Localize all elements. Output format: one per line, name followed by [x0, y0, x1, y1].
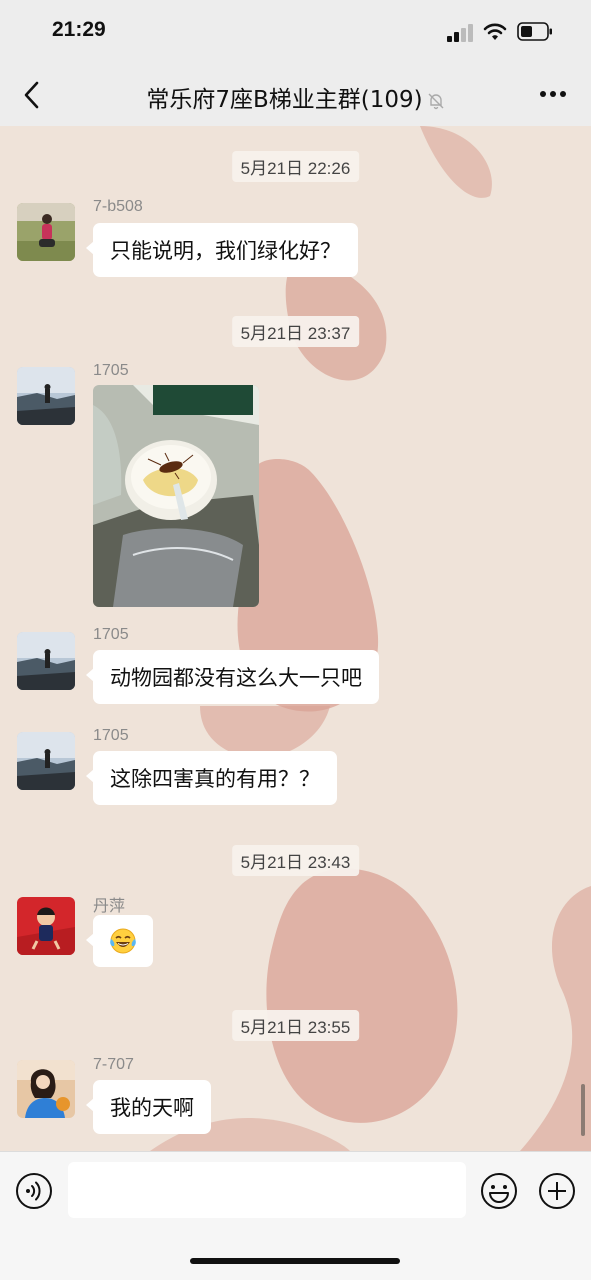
avatar[interactable]	[17, 1060, 75, 1118]
avatar[interactable]	[17, 897, 75, 955]
wifi-icon	[483, 23, 507, 40]
avatar[interactable]	[17, 632, 75, 690]
sender-name: 7-b508	[93, 198, 143, 215]
avatar[interactable]	[17, 203, 75, 261]
cockroach-photo	[93, 385, 259, 607]
emoji-message[interactable]	[86, 915, 153, 967]
message-timestamp: 5月21日 23:37	[231, 316, 360, 347]
chat-message-list[interactable]: 5月21日 22:26 7-b508 只能说明，我们绿化好？ 5月21日 23:…	[0, 126, 591, 1151]
message-bubble[interactable]: 我的天啊	[86, 1080, 211, 1134]
cellular-signal-icon	[447, 24, 475, 42]
more-functions-plus-icon[interactable]	[538, 1172, 576, 1210]
message-timestamp: 5月21日 23:55	[231, 1010, 360, 1041]
message-bubble[interactable]: 这除四害真的有用？？	[86, 751, 337, 805]
scrollbar[interactable]	[581, 1084, 585, 1136]
chat-background-hearts	[150, 126, 591, 1151]
message-input[interactable]	[68, 1162, 466, 1218]
message-input-bar	[0, 1151, 591, 1280]
message-bubble[interactable]: 动物园都没有这么大一只吧	[86, 650, 379, 704]
status-icons	[447, 20, 557, 44]
image-message[interactable]	[93, 385, 259, 607]
nav-bar: 常乐府7座B梯业主群(109)	[0, 64, 591, 126]
message-timestamp: 5月21日 23:43	[231, 845, 360, 876]
status-time: 21:29	[52, 18, 106, 41]
message-bubble[interactable]: 只能说明，我们绿化好？	[86, 223, 358, 277]
message-timestamp: 5月21日 22:26	[231, 151, 360, 182]
avatar[interactable]	[17, 732, 75, 790]
avatar[interactable]	[17, 367, 75, 425]
status-bar: 21:29	[0, 0, 591, 64]
more-options-icon[interactable]	[539, 90, 567, 98]
emoji-picker-icon[interactable]	[480, 1172, 518, 1210]
tears-of-joy-emoji-icon	[110, 928, 136, 954]
sender-name: 丹萍	[93, 898, 126, 915]
voice-input-icon[interactable]	[15, 1172, 53, 1210]
sender-name: 7-707	[93, 1056, 134, 1073]
chat-title: 常乐府7座B梯业主群(109)	[0, 80, 591, 114]
battery-icon	[517, 22, 552, 41]
home-indicator[interactable]	[190, 1258, 400, 1264]
sender-name: 1705	[93, 626, 129, 643]
sender-name: 1705	[93, 727, 129, 744]
mute-bell-icon	[428, 93, 444, 109]
sender-name: 1705	[93, 362, 129, 379]
group-name: 常乐府7座B梯业主群(109)	[146, 87, 423, 113]
